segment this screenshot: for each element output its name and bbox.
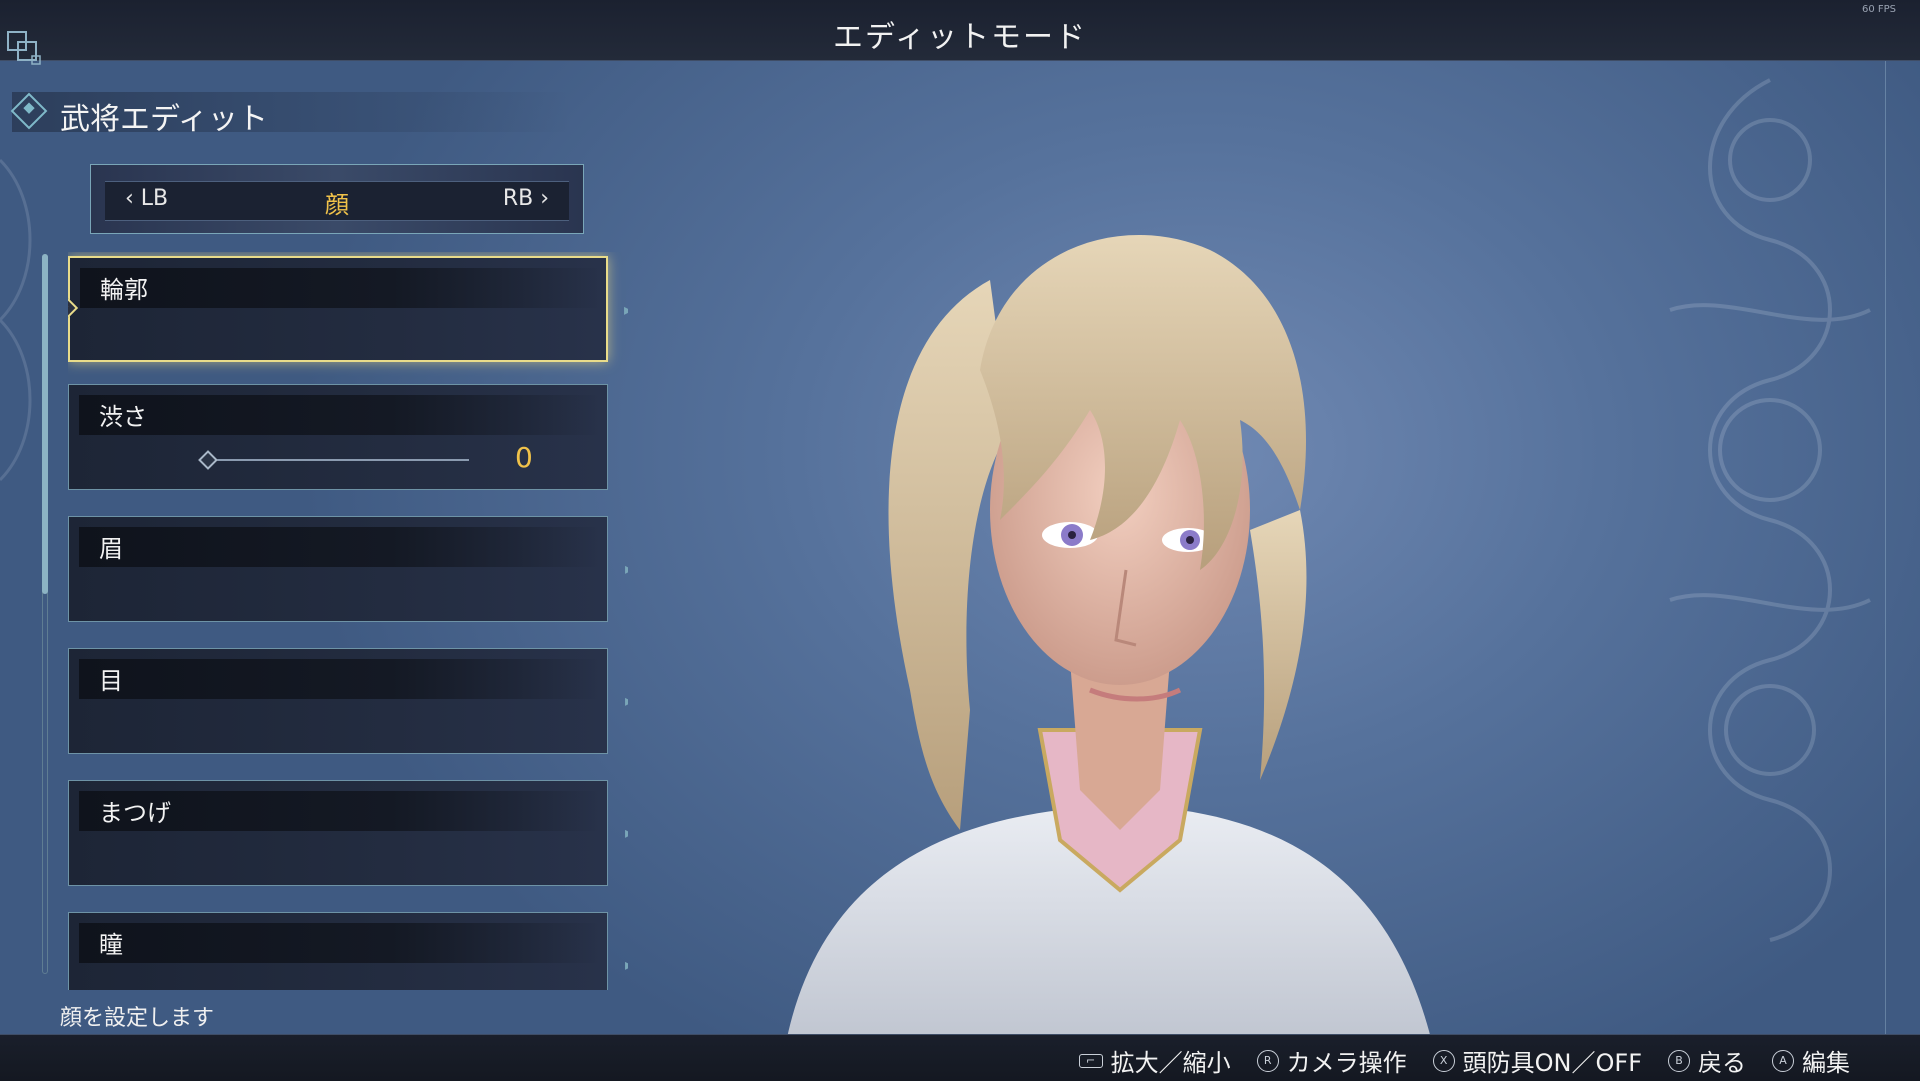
chevron-right-icon: ▸ [625,955,628,974]
option-item-eyelash[interactable]: まつげ ▸ [68,780,628,886]
slider-knob[interactable] [198,450,218,470]
hint-camera[interactable]: R カメラ操作 [1256,1043,1407,1078]
ornament-decoration [1669,78,1871,942]
chevron-right-icon: ▸ [625,691,628,710]
r-button-icon: R [1256,1049,1279,1072]
chevron-right-icon: ▸ [625,823,628,842]
scrollbar-thumb[interactable] [42,254,48,594]
corner-squares-icon [7,31,41,65]
slider-track[interactable] [209,459,469,461]
a-button-icon: A [1772,1049,1794,1072]
section-header: 武将エディット [10,92,572,137]
option-label: 輪郭 [100,276,148,304]
option-item-shibusa[interactable]: 渋さ 0 [68,384,608,490]
help-text: 顔を設定します [60,1006,215,1031]
tab-inner: ‹ LB 顔 RB › [105,181,569,221]
option-list: 輪郭 ▸ 渋さ 0 眉 ▸ 目 ▸ まつげ ▸ 瞳 ▸ [68,252,628,990]
option-label: 目 [99,667,123,695]
frame-line [1885,60,1886,1034]
character-preview[interactable] [760,190,1460,1080]
hint-zoom[interactable]: ⌐ 拡大／縮小 [1078,1043,1231,1078]
selection-diamond-icon [68,293,79,323]
hint-label: 編集 [1802,1049,1850,1077]
hint-edit[interactable]: A 編集 [1772,1043,1850,1078]
bottom-bar: ⌐ 拡大／縮小 R カメラ操作 X 頭防具ON／OFF B 戻る A 編集 [0,1034,1920,1081]
hint-headgear[interactable]: X 頭防具ON／OFF [1432,1043,1642,1078]
hint-label: 頭防具ON／OFF [1462,1049,1642,1077]
section-title: 武将エディット [60,102,268,137]
b-button-icon: B [1668,1049,1690,1072]
x-button-icon: X [1432,1049,1455,1072]
option-item-eye[interactable]: 目 ▸ [68,648,628,754]
hint-label: カメラ操作 [1286,1049,1407,1077]
tab-next-rb-button[interactable]: RB › [503,186,549,211]
hint-back[interactable]: B 戻る [1668,1043,1746,1078]
hint-label: 戻る [1698,1049,1746,1077]
ornament-decoration-left [0,158,32,482]
chevron-right-icon: ▸ [623,300,628,319]
button-hints: ⌐ 拡大／縮小 R カメラ操作 X 頭防具ON／OFF B 戻る A 編集 [1078,1043,1850,1078]
option-item-contour[interactable]: 輪郭 ▸ [68,256,628,362]
option-item-eyebrow[interactable]: 眉 ▸ [68,516,628,622]
screen-title: エディットモード [833,20,1087,55]
option-label: 渋さ [99,403,147,431]
right-stick-icon: ⌐ [1078,1053,1103,1068]
top-bar: エディットモード 60 FPS [0,0,1920,61]
diamond-icon [10,92,48,130]
category-tab-selector[interactable]: ‹ LB 顔 RB › [90,164,584,234]
option-item-pupil[interactable]: 瞳 ▸ [68,912,628,990]
option-label: 眉 [99,535,123,563]
slider-value: 0 [515,441,533,474]
fps-counter: 60 FPS [1861,4,1896,15]
hint-label: 拡大／縮小 [1110,1049,1231,1077]
option-label: まつげ [99,799,171,827]
option-label: 瞳 [99,931,123,959]
chevron-right-icon: ▸ [625,559,628,578]
tab-current-label: 顔 [325,191,349,219]
